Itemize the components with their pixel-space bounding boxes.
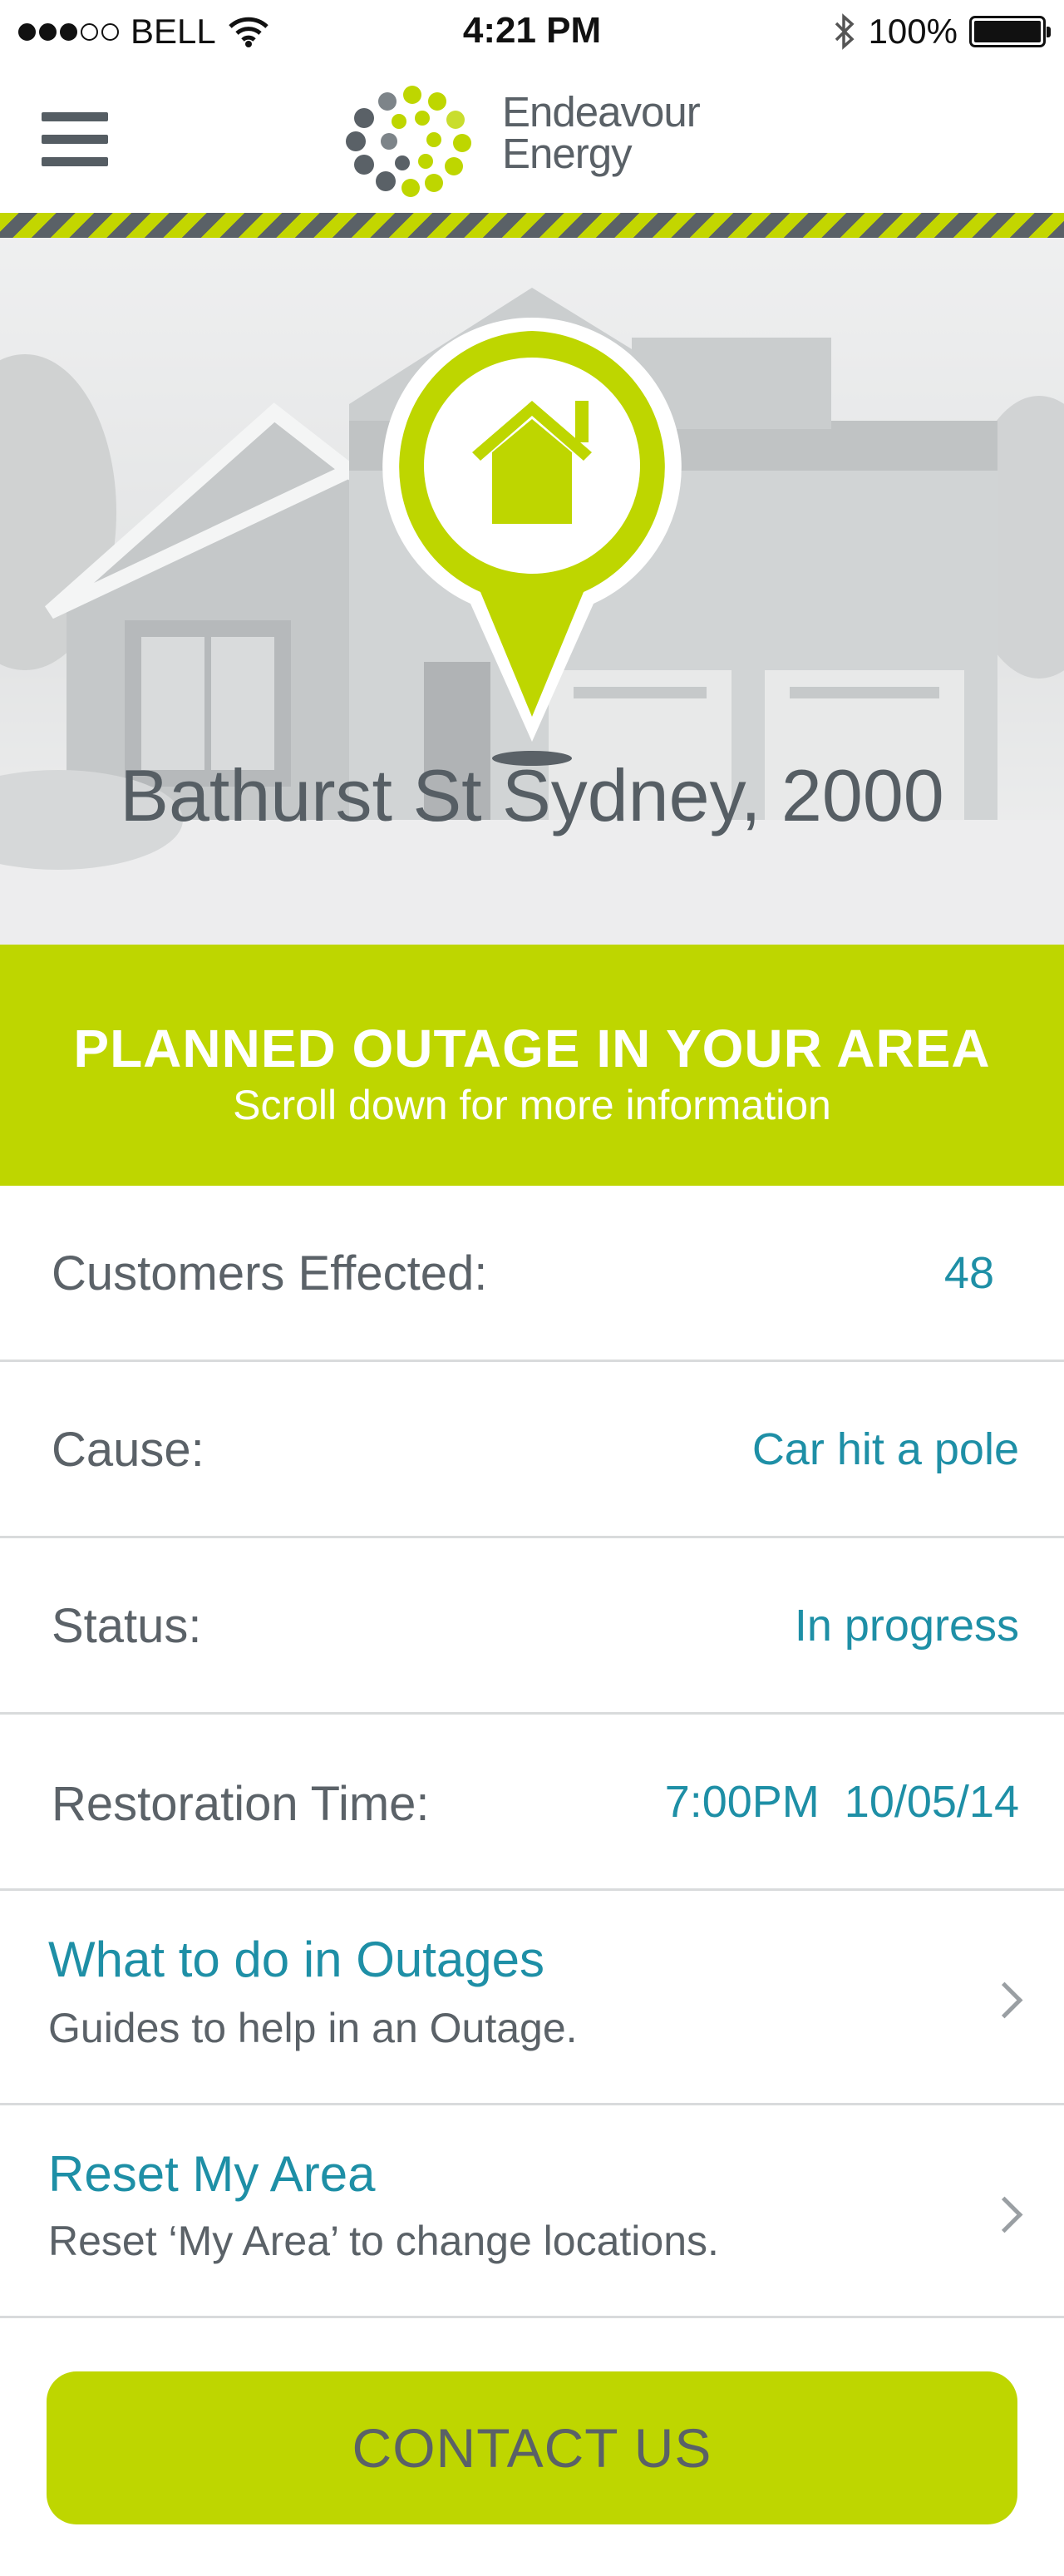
app-header: Endeavour Energy (0, 67, 1064, 213)
detail-value: In progress (794, 1601, 1019, 1651)
bluetooth-icon (835, 13, 855, 50)
logo-text: Endeavour Energy (502, 88, 701, 177)
link-subtitle: Reset ‘My Area’ to change locations. (48, 2218, 719, 2264)
chevron-right-icon (986, 1981, 1023, 2019)
banner-title: PLANNED OUTAGE IN YOUR AREA (73, 1019, 991, 1078)
detail-row-cause: Cause: Car hit a pole (0, 1362, 1064, 1538)
detail-value: 48 (943, 1248, 994, 1298)
link-title: What to do in Outages (48, 1932, 545, 1987)
link-subtitle: Guides to help in an Outage. (48, 2005, 578, 2051)
logo-mark-icon (346, 86, 471, 197)
detail-label: Cause: (52, 1423, 204, 1477)
header-stripe (0, 213, 1064, 238)
detail-row-customers: Customers Effected: 48 (0, 1186, 1064, 1362)
home-location-pin-icon (382, 318, 682, 766)
battery-icon (969, 16, 1051, 47)
chevron-right-icon (986, 2196, 1023, 2233)
hero-section: Bathurst St Sydney, 2000 (0, 238, 1064, 945)
detail-value: 7:00PM 10/05/14 (664, 1777, 1019, 1827)
link-title: Reset My Area (48, 2146, 376, 2202)
detail-value: Car hit a pole (751, 1424, 1019, 1474)
contact-us-button[interactable]: CONTACT US (47, 2371, 1017, 2524)
detail-label: Customers Effected: (52, 1246, 488, 1300)
link-reset-my-area[interactable]: Reset My Area Reset ‘My Area’ to change … (0, 2105, 1064, 2318)
detail-row-status: Status: In progress (0, 1538, 1064, 1715)
endeavour-energy-logo: Endeavour Energy (339, 83, 738, 200)
address-heading: Bathurst St Sydney, 2000 (120, 754, 944, 836)
detail-label: Restoration Time: (52, 1777, 430, 1831)
detail-row-restoration: Restoration Time: 7:00PM 10/05/14 (0, 1715, 1064, 1891)
hamburger-icon[interactable] (42, 112, 108, 170)
status-right: 100% (832, 12, 1051, 52)
banner-subtitle: Scroll down for more information (233, 1082, 831, 1128)
logo-line-1: Endeavour (502, 88, 701, 136)
detail-label: Status: (52, 1599, 202, 1653)
battery-percent: 100% (868, 12, 958, 51)
link-what-to-do-in-outages[interactable]: What to do in Outages Guides to help in … (0, 1891, 1064, 2105)
outage-banner: PLANNED OUTAGE IN YOUR AREA Scroll down … (0, 945, 1064, 1186)
status-bar: BELL 4:21 PM 100% (0, 0, 1064, 67)
logo-line-2: Energy (502, 130, 633, 177)
